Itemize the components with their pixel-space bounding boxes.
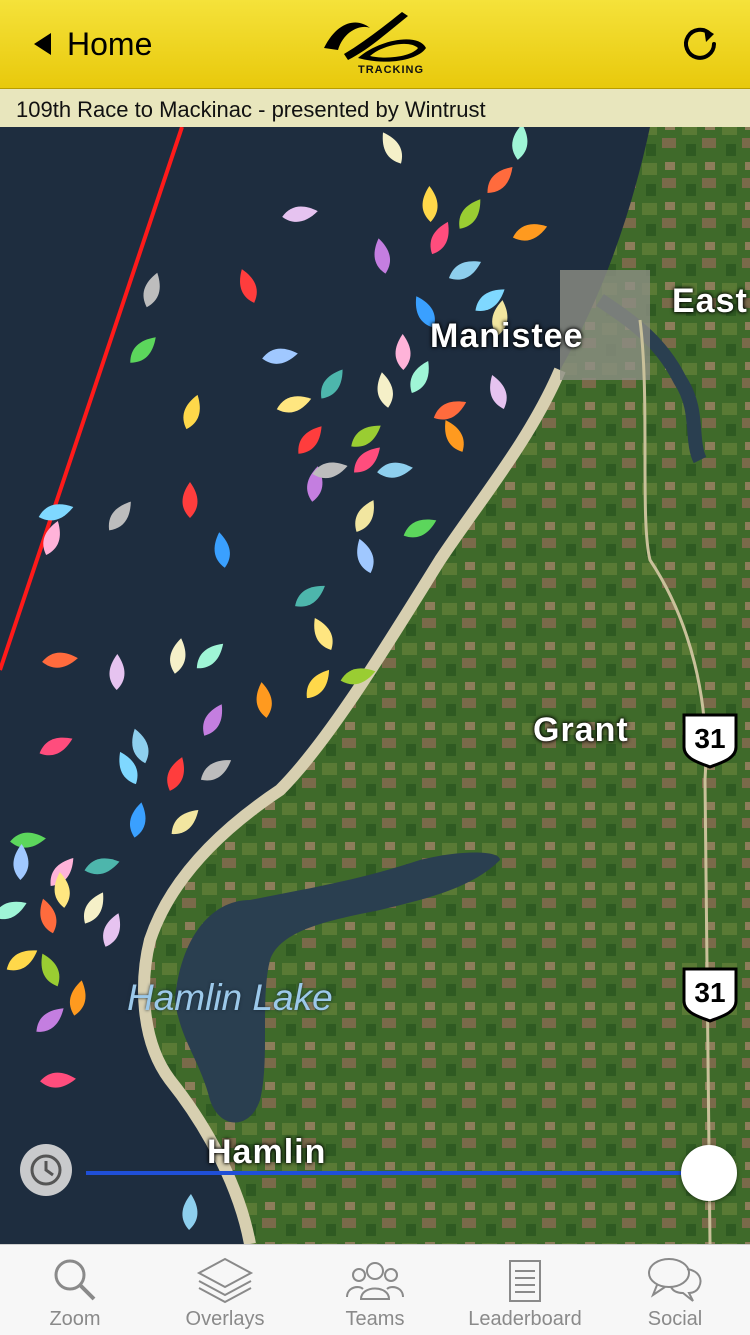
layers-icon: [196, 1257, 254, 1304]
boat-marker[interactable]: [67, 979, 89, 1017]
place-grant: Grant: [533, 711, 629, 749]
boat-marker[interactable]: [3, 944, 41, 976]
boat-marker[interactable]: [37, 732, 76, 760]
boat-marker[interactable]: [293, 421, 328, 458]
clock-icon[interactable]: [20, 1144, 72, 1196]
boat-marker[interactable]: [401, 514, 440, 543]
place-manistee: Manistee: [430, 317, 584, 355]
highway-number-2: 31: [694, 977, 726, 1008]
boat-marker[interactable]: [439, 417, 469, 456]
boat-marker[interactable]: [182, 1194, 199, 1231]
boat-marker[interactable]: [167, 637, 188, 675]
boat-marker[interactable]: [235, 267, 261, 306]
boat-marker[interactable]: [454, 195, 487, 233]
boat-marker[interactable]: [275, 392, 314, 417]
boat-marker[interactable]: [374, 371, 395, 409]
timeline-track[interactable]: [86, 1171, 706, 1175]
tab-bar: Zoom Overlays Teams Leaderboard Social: [0, 1244, 750, 1335]
boat-marker[interactable]: [281, 204, 319, 224]
boat-marker[interactable]: [301, 665, 335, 703]
boat-marker[interactable]: [308, 615, 338, 654]
timeline-slider-knob[interactable]: [681, 1145, 737, 1201]
boat-marker[interactable]: [179, 393, 204, 432]
tab-social[interactable]: Social: [600, 1245, 750, 1335]
boat-marker[interactable]: [9, 831, 46, 849]
boat-marker[interactable]: [511, 219, 550, 244]
magnifier-icon: [54, 1259, 96, 1301]
boat-marker[interactable]: [128, 727, 153, 766]
course-line: [0, 127, 184, 671]
place-hamlin: Hamlin: [207, 1133, 327, 1171]
boat-marker[interactable]: [198, 701, 229, 740]
boat-marker[interactable]: [422, 186, 438, 223]
boat-marker[interactable]: [83, 854, 122, 877]
boat-marker[interactable]: [431, 395, 470, 424]
boat-marker[interactable]: [395, 334, 411, 370]
map-canvas: [0, 127, 750, 1244]
app-header: Home TRACKING: [0, 0, 750, 89]
tab-zoom-label: Zoom: [49, 1308, 101, 1330]
boat-marker[interactable]: [36, 897, 60, 936]
back-arrow-icon: [34, 33, 51, 55]
lake-label: Hamlin Lake: [127, 977, 333, 1018]
boat-marker[interactable]: [315, 365, 348, 403]
logo-tracking-text: TRACKING: [358, 64, 425, 76]
boat-marker[interactable]: [350, 497, 380, 536]
tab-zoom[interactable]: Zoom: [0, 1245, 150, 1335]
tab-leaderboard-label: Leaderboard: [468, 1308, 582, 1330]
boat-marker[interactable]: [13, 844, 29, 881]
boat-marker[interactable]: [192, 638, 229, 674]
tab-leaderboard[interactable]: Leaderboard: [450, 1245, 600, 1335]
highway-shield-1: 31: [680, 711, 740, 769]
boat-marker[interactable]: [163, 755, 189, 794]
boat-marker[interactable]: [371, 237, 393, 275]
highway-shield-2: 31: [680, 965, 740, 1023]
tab-social-label: Social: [647, 1308, 703, 1330]
people-icon: [346, 1262, 404, 1300]
boat-marker[interactable]: [376, 460, 414, 479]
boat-marker[interactable]: [197, 754, 235, 786]
chat-bubbles-icon: [648, 1258, 702, 1302]
boat-marker[interactable]: [41, 651, 78, 670]
boat-marker[interactable]: [377, 129, 408, 168]
boat-marker[interactable]: [510, 127, 529, 161]
back-label: Home: [67, 25, 153, 62]
boat-marker[interactable]: [261, 346, 299, 366]
boat-marker[interactable]: [485, 373, 511, 412]
boat-marker[interactable]: [125, 332, 161, 368]
race-title: 109th Race to Mackinac - presented by Wi…: [16, 97, 486, 122]
place-east: East: [672, 282, 748, 320]
highway-number-1: 31: [694, 723, 726, 754]
notepad-icon: [509, 1260, 541, 1302]
race-map[interactable]: Manistee East Grant Hamlin Hamlin Lake 3…: [0, 127, 750, 1244]
boat-marker[interactable]: [352, 537, 377, 576]
boat-marker[interactable]: [425, 219, 454, 258]
boat-marker[interactable]: [140, 271, 165, 310]
boat-marker[interactable]: [405, 358, 435, 397]
refresh-icon[interactable]: [678, 22, 722, 66]
race-title-bar: 109th Race to Mackinac - presented by Wi…: [0, 89, 750, 127]
boat-marker[interactable]: [99, 911, 126, 950]
home-back-button[interactable]: Home: [34, 24, 152, 64]
boat-marker[interactable]: [0, 896, 29, 924]
boat-marker[interactable]: [40, 1071, 77, 1088]
boat-marker[interactable]: [79, 889, 110, 928]
boat-marker[interactable]: [446, 255, 485, 285]
tab-overlays-label: Overlays: [185, 1308, 265, 1330]
tab-teams[interactable]: Teams: [300, 1245, 450, 1335]
boat-marker[interactable]: [482, 162, 518, 198]
boat-marker[interactable]: [167, 804, 204, 839]
tab-overlays[interactable]: Overlays: [150, 1245, 300, 1335]
tab-teams-label: Teams: [345, 1308, 405, 1330]
boat-marker[interactable]: [109, 654, 125, 690]
boat-marker[interactable]: [36, 951, 65, 990]
boat-marker[interactable]: [291, 580, 329, 613]
boat-marker[interactable]: [254, 681, 274, 719]
boat-marker[interactable]: [182, 482, 198, 518]
boat-marker[interactable]: [127, 801, 149, 839]
boat-marker[interactable]: [103, 497, 137, 535]
boat-marker[interactable]: [31, 1003, 68, 1038]
boat-marker[interactable]: [212, 531, 232, 569]
boat-marker[interactable]: [347, 420, 385, 453]
